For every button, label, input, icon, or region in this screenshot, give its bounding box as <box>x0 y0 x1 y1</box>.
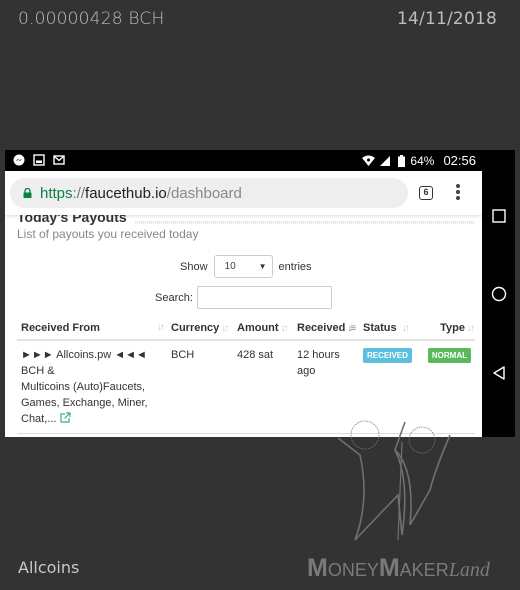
menu-dot-icon <box>456 190 460 194</box>
sort-icon: ↓↑ <box>221 322 229 334</box>
tab-switcher-button[interactable]: 6 <box>419 186 433 200</box>
entries-label: entries <box>278 260 312 273</box>
back-button[interactable] <box>490 364 508 382</box>
cell-currency: BCH <box>167 340 233 434</box>
clock: 02:56 <box>443 153 476 168</box>
url-host: faucethub.io <box>85 184 167 202</box>
status-badge: RECEIVED <box>363 348 412 363</box>
page-subtitle: List of payouts you received today <box>17 227 199 241</box>
page-content: Today's Payouts List of payouts you rece… <box>5 209 482 437</box>
column-header-amount[interactable]: Amount ↓↑ <box>233 316 293 341</box>
column-header-currency[interactable]: Currency ↓↑ <box>167 316 233 341</box>
entries-select[interactable]: 10 ▼ <box>213 255 273 278</box>
signal-icon <box>380 155 391 166</box>
browser-toolbar: https://faucethub.io/dashboard 6 <box>5 171 482 215</box>
table-header-row: Received From ↓↑ Currency ↓↑ Amount ↓↑ Rec… <box>17 316 475 341</box>
external-link-icon[interactable] <box>59 412 71 425</box>
title-divider <box>135 221 475 224</box>
column-header-status[interactable]: Status ↓↑ <box>359 316 417 341</box>
cell-received-from: ►►► Allcoins.pw ◄◄◄ BCH & Multicoins (Au… <box>17 340 167 434</box>
address-bar[interactable]: https://faucethub.io/dashboard <box>10 178 408 208</box>
cell-amount: 428 sat <box>233 340 293 434</box>
url-path: /dashboard <box>166 184 242 202</box>
home-button[interactable] <box>490 285 508 303</box>
lock-icon <box>23 188 32 198</box>
column-header-received[interactable]: Received ↓≡ <box>293 316 359 341</box>
payout-amount: 0.00000428 BCH <box>18 9 165 29</box>
entries-value: 10 <box>224 261 236 272</box>
entries-length-control: Show 10 ▼ entries <box>180 255 312 278</box>
url-scheme: https <box>40 184 73 202</box>
sort-icon: ↓↑ <box>280 322 289 334</box>
search-label: Search: <box>155 291 193 304</box>
moneymakerland-brand: MONEYMAKERLand <box>307 554 490 582</box>
column-header-type[interactable]: Type ↓↑ <box>417 316 475 341</box>
search-control: Search: <box>155 286 332 309</box>
caret-down-icon: ▼ <box>258 262 267 271</box>
url-separator: :// <box>72 184 86 202</box>
battery-percent: 64% <box>410 153 435 168</box>
battery-icon <box>398 154 406 167</box>
overflow-menu-button[interactable] <box>455 184 461 202</box>
phone-screenshot: 64% 02:56 https://faucethub.io/dashboard… <box>5 150 515 437</box>
moneymakerland-logo-icon <box>337 420 451 541</box>
messenger-icon <box>13 154 25 166</box>
sort-desc-icon: ↓≡ <box>347 322 356 334</box>
chrome-browser: https://faucethub.io/dashboard 6 Today's… <box>5 171 482 437</box>
menu-dot-icon <box>456 184 460 188</box>
gmail-icon <box>53 155 65 165</box>
menu-dot-icon <box>456 196 460 200</box>
android-nav-bar <box>482 171 515 437</box>
wifi-icon <box>362 155 376 166</box>
column-header-received-from[interactable]: Received From ↓↑ <box>17 316 167 341</box>
faucet-name: Allcoins <box>18 558 80 577</box>
sort-icon: ↓↑ <box>401 322 410 334</box>
payout-date: 14/11/2018 <box>397 9 497 29</box>
status-bar: 64% 02:56 <box>5 150 482 171</box>
type-badge: NORMAL <box>427 348 471 363</box>
sort-icon: ↓↑ <box>157 322 165 333</box>
image-icon <box>33 154 45 166</box>
recents-button[interactable] <box>490 207 508 225</box>
show-label: Show <box>180 260 208 273</box>
search-input[interactable] <box>196 286 332 309</box>
sort-icon: ↓↑ <box>467 322 475 334</box>
